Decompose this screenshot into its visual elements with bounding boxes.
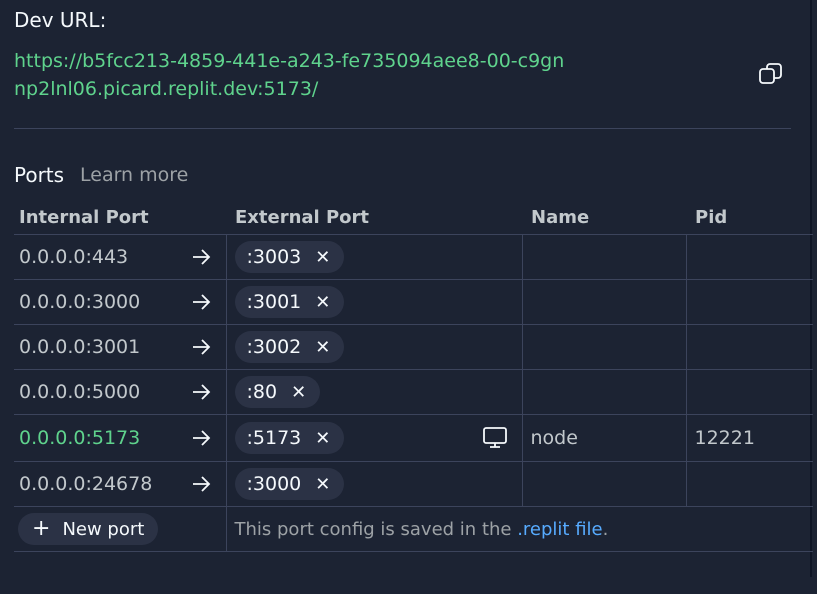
external-port: :5173: [246, 427, 302, 449]
process-name: [521, 279, 686, 325]
header-internal-port: Internal Port: [19, 206, 149, 228]
copy-icon[interactable]: [757, 60, 785, 88]
internal-port: 0.0.0.0:24678: [19, 473, 153, 495]
plus-icon: +: [32, 516, 51, 541]
external-port: :80: [246, 381, 278, 403]
close-icon[interactable]: ✕: [315, 474, 330, 495]
process-name: [521, 369, 686, 415]
new-port-button[interactable]: + New port: [18, 513, 159, 545]
dev-url-label: Dev URL:: [14, 8, 107, 32]
ports-heading: Ports: [14, 163, 65, 187]
table-row: 0.0.0.0:5000 :80 ✕: [14, 369, 813, 415]
arrow-right-icon: [192, 384, 210, 400]
internal-port: 0.0.0.0:3000: [19, 291, 141, 313]
external-port-chip[interactable]: :5173 ✕: [234, 422, 345, 454]
table-row: 0.0.0.0:3001 :3002 ✕: [14, 324, 813, 370]
process-pid: [685, 461, 813, 507]
header-external-port: External Port: [235, 206, 370, 228]
replit-file-link[interactable]: .replit file: [517, 519, 602, 540]
process-name: [521, 324, 686, 370]
header-name: Name: [531, 206, 590, 228]
new-port-label: New port: [62, 518, 145, 540]
close-icon[interactable]: ✕: [315, 292, 330, 313]
process-pid: 12221: [685, 414, 813, 462]
process-name: node: [521, 414, 686, 462]
external-port: :3003: [246, 246, 302, 268]
external-port: :3000: [246, 473, 302, 495]
process-pid: [685, 279, 813, 325]
internal-port: 0.0.0.0:443: [19, 246, 129, 268]
external-port-chip[interactable]: :3003 ✕: [234, 241, 345, 273]
learn-more-link[interactable]: Learn more: [80, 164, 188, 186]
config-note-end: .: [602, 519, 609, 540]
config-note: This port config is saved in the .replit…: [235, 519, 609, 540]
header-pid: Pid: [695, 206, 728, 228]
internal-port: 0.0.0.0:3001: [19, 336, 141, 358]
process-pid: [685, 234, 813, 280]
external-port-chip[interactable]: :3000 ✕: [234, 468, 345, 500]
close-icon[interactable]: ✕: [315, 247, 330, 268]
external-port: :3002: [246, 336, 302, 358]
table-row: 0.0.0.0:443 :3003 ✕: [14, 234, 813, 280]
monitor-icon[interactable]: [482, 426, 508, 450]
table-row-active: 0.0.0.0:5173 :5173 ✕ node 12221: [14, 414, 813, 462]
process-name: [521, 234, 686, 280]
close-icon[interactable]: ✕: [315, 337, 330, 358]
external-port: :3001: [246, 291, 302, 313]
arrow-right-icon: [192, 249, 210, 265]
process-pid: [685, 369, 813, 415]
arrow-right-icon: [192, 339, 210, 355]
external-port-chip[interactable]: :3002 ✕: [234, 331, 345, 363]
arrow-right-icon: [192, 294, 210, 310]
external-port-chip[interactable]: :80 ✕: [234, 376, 321, 408]
table-header-row: Internal Port External Port Name Pid: [14, 200, 813, 235]
table-footer-row: + New port This port config is saved in t…: [14, 506, 813, 552]
dev-url-link[interactable]: https://b5fcc213-4859-441e-a243-fe735094…: [14, 47, 574, 103]
close-icon[interactable]: ✕: [315, 428, 330, 449]
process-pid: [685, 324, 813, 370]
internal-port: 0.0.0.0:5000: [19, 381, 141, 403]
config-note-text: This port config is saved in the: [234, 519, 518, 540]
table-row: 0.0.0.0:3000 :3001 ✕: [14, 279, 813, 325]
arrow-right-icon: [192, 430, 210, 446]
table-row: 0.0.0.0:24678 :3000 ✕: [14, 461, 813, 507]
section-divider: [14, 128, 791, 129]
close-icon[interactable]: ✕: [291, 382, 306, 403]
process-name: [521, 461, 686, 507]
arrow-right-icon: [192, 476, 210, 492]
ports-table: Internal Port External Port Name Pid 0.0…: [14, 200, 813, 552]
external-port-chip[interactable]: :3001 ✕: [234, 286, 345, 318]
internal-port: 0.0.0.0:5173: [19, 427, 141, 449]
